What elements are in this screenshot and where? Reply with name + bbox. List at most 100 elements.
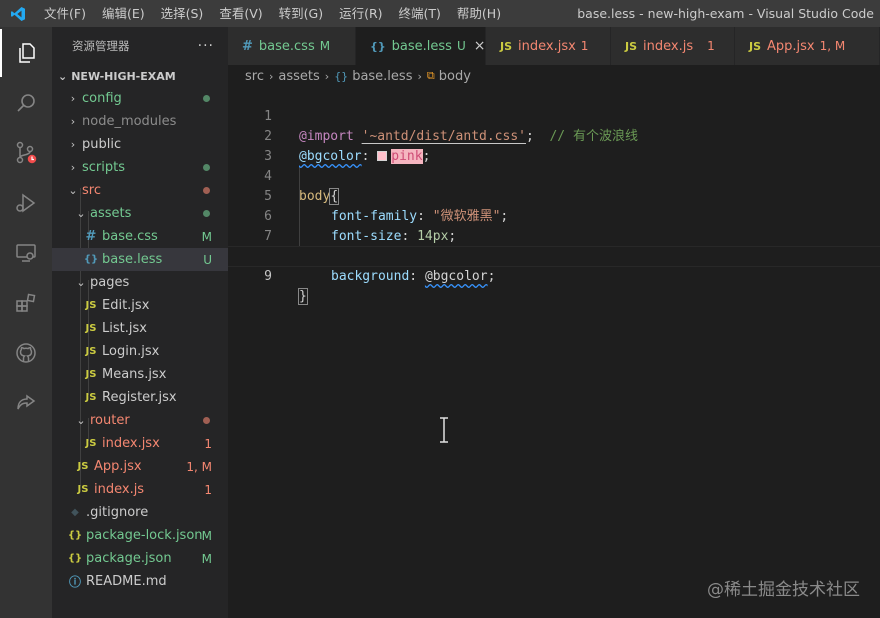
menu-edit[interactable]: 编辑(E) [94, 0, 153, 27]
tab-index-js[interactable]: JS index.js 1 [611, 27, 735, 65]
tree-item-label: index.jsx [102, 436, 160, 451]
chevron-right-icon: › [417, 69, 422, 83]
tree-item-gitignore[interactable]: ◆ .gitignore [52, 501, 228, 524]
tab-base-css[interactable]: # base.css M [228, 27, 356, 65]
breadcrumb-src[interactable]: src [245, 69, 264, 84]
source-control-icon[interactable] [0, 129, 52, 177]
search-icon[interactable] [0, 79, 52, 127]
tab-app-jsx[interactable]: JS App.jsx 1, M [735, 27, 880, 65]
tree-item-label: public [82, 137, 122, 152]
chevron-down-icon: ⌄ [58, 69, 68, 83]
code-editor[interactable]: 1 @import '~antd/dist/antd.css'; // 有个波浪… [228, 87, 880, 618]
tree-item-label: assets [90, 206, 132, 221]
tree-item-label: README.md [86, 574, 167, 589]
code-line: 4 body{ [228, 147, 880, 205]
more-actions-icon[interactable]: ··· [198, 38, 214, 54]
tree-item-label: Means.jsx [102, 367, 167, 382]
tab-label: base.css [258, 38, 315, 54]
chevron-down-icon: ⌄ [68, 184, 78, 197]
chevron-right-icon: › [70, 115, 76, 128]
editor-tabs: # base.css M {} base.less U × JS index.j… [228, 27, 880, 65]
jsx-file-icon: JS [500, 39, 513, 53]
tree-item-app-jsx[interactable]: JS App.jsx 1, M [52, 455, 228, 478]
tree-item-base-less[interactable]: {} base.less U [52, 248, 228, 271]
tree-item-src[interactable]: ⌄ src [52, 179, 228, 202]
problem-count-badge: 1 [580, 39, 589, 53]
error-dot [203, 417, 210, 424]
tree-item-register-jsx[interactable]: JS Register.jsx [52, 386, 228, 409]
code-line: 6 font-size: 14px; [228, 187, 880, 244]
tree-item-list-jsx[interactable]: JS List.jsx [52, 317, 228, 340]
tree-item-login-jsx[interactable]: JS Login.jsx [52, 340, 228, 363]
vscode-logo-icon [0, 0, 36, 27]
tab-label: index.jsx [518, 38, 576, 54]
git-file-icon: ◆ [71, 507, 79, 518]
symbol-class-icon: ⧉ [426, 69, 435, 82]
tab-label: App.jsx [767, 38, 815, 54]
live-share-icon[interactable] [0, 379, 52, 427]
tree-item-label: base.css [102, 229, 158, 244]
git-status-badge: M [201, 551, 212, 566]
menu-file[interactable]: 文件(F) [36, 0, 94, 27]
error-dot [203, 187, 210, 194]
tree-item-config[interactable]: › config [52, 87, 228, 110]
tree-item-package-lock-json[interactable]: {} package-lock.json M [52, 524, 228, 547]
menu-help[interactable]: 帮助(H) [449, 0, 509, 27]
tree-item-label: config [82, 91, 122, 106]
menu-run[interactable]: 运行(R) [331, 0, 390, 27]
jsx-file-icon: JS [85, 300, 97, 311]
breadcrumb-symbol[interactable]: body [439, 69, 471, 84]
css-file-icon: # [85, 229, 97, 244]
tree-item-label: .gitignore [86, 505, 149, 520]
tree-item-public[interactable]: › public [52, 133, 228, 156]
github-icon[interactable] [0, 329, 52, 377]
tree-item-package-json[interactable]: {} package.json M [52, 547, 228, 570]
tree-item-base-css[interactable]: # base.css M [52, 225, 228, 248]
extensions-icon[interactable] [0, 279, 52, 327]
code-line: 3 [228, 127, 880, 164]
chevron-down-icon: ⌄ [76, 276, 86, 289]
chevron-down-icon: ⌄ [76, 414, 86, 427]
jsx-file-icon: JS [85, 346, 97, 357]
chevron-right-icon: › [324, 69, 330, 83]
tree-item-scripts[interactable]: › scripts [52, 156, 228, 179]
tree-item-label: index.js [94, 482, 145, 497]
workspace-root[interactable]: ⌄ NEW-HIGH-EXAM [52, 65, 228, 87]
tab-router-index-jsx[interactable]: JS index.jsx 1 [486, 27, 611, 65]
tree-item-means-jsx[interactable]: JS Means.jsx [52, 363, 228, 386]
git-status-badge: M [201, 528, 212, 543]
tree-item-index-js[interactable]: JS index.js 1 [52, 478, 228, 501]
menu-selection[interactable]: 选择(S) [153, 0, 212, 27]
tree-item-pages[interactable]: ⌄ pages [52, 271, 228, 294]
tree-item-label: base.less [102, 252, 163, 267]
less-file-icon: {} [83, 254, 99, 265]
close-icon[interactable]: × [474, 38, 486, 54]
menu-view[interactable]: 查看(V) [211, 0, 270, 27]
tab-base-less[interactable]: {} base.less U × [356, 27, 486, 65]
tab-label: index.js [643, 38, 694, 54]
menu-go[interactable]: 转到(G) [271, 0, 331, 27]
tree-item-node-modules[interactable]: › node_modules [52, 110, 228, 133]
tree-item-label: pages [90, 275, 130, 290]
chevron-right-icon: › [70, 138, 76, 151]
tree-item-label: src [82, 183, 101, 198]
jsx-file-icon: JS [749, 39, 762, 53]
tree-item-edit-jsx[interactable]: JS Edit.jsx [52, 294, 228, 317]
explorer-icon[interactable] [0, 29, 52, 77]
remote-explorer-icon[interactable] [0, 229, 52, 277]
tree-item-readme-md[interactable]: ⓘ README.md [52, 570, 228, 593]
breadcrumb: src › assets › {} base.less › ⧉ body [228, 65, 880, 87]
tree-item-router[interactable]: ⌄ router [52, 409, 228, 432]
line-number: 9 [264, 269, 272, 284]
menu-terminal[interactable]: 终端(T) [391, 0, 449, 27]
window-title: base.less - new-high-exam - Visual Studi… [577, 6, 874, 21]
info-file-icon: ⓘ [68, 575, 81, 589]
breadcrumb-file[interactable]: base.less [352, 69, 412, 84]
run-debug-icon[interactable] [0, 179, 52, 227]
code-line: 8 background: @bgcolor; [228, 227, 880, 284]
breadcrumb-assets[interactable]: assets [278, 69, 319, 84]
tree-item-router-index-jsx[interactable]: JS index.jsx 1 [52, 432, 228, 455]
tree-item-assets[interactable]: ⌄ assets [52, 202, 228, 225]
tree-item-label: package-lock.json [86, 528, 203, 543]
git-status-badge: M [319, 39, 331, 53]
